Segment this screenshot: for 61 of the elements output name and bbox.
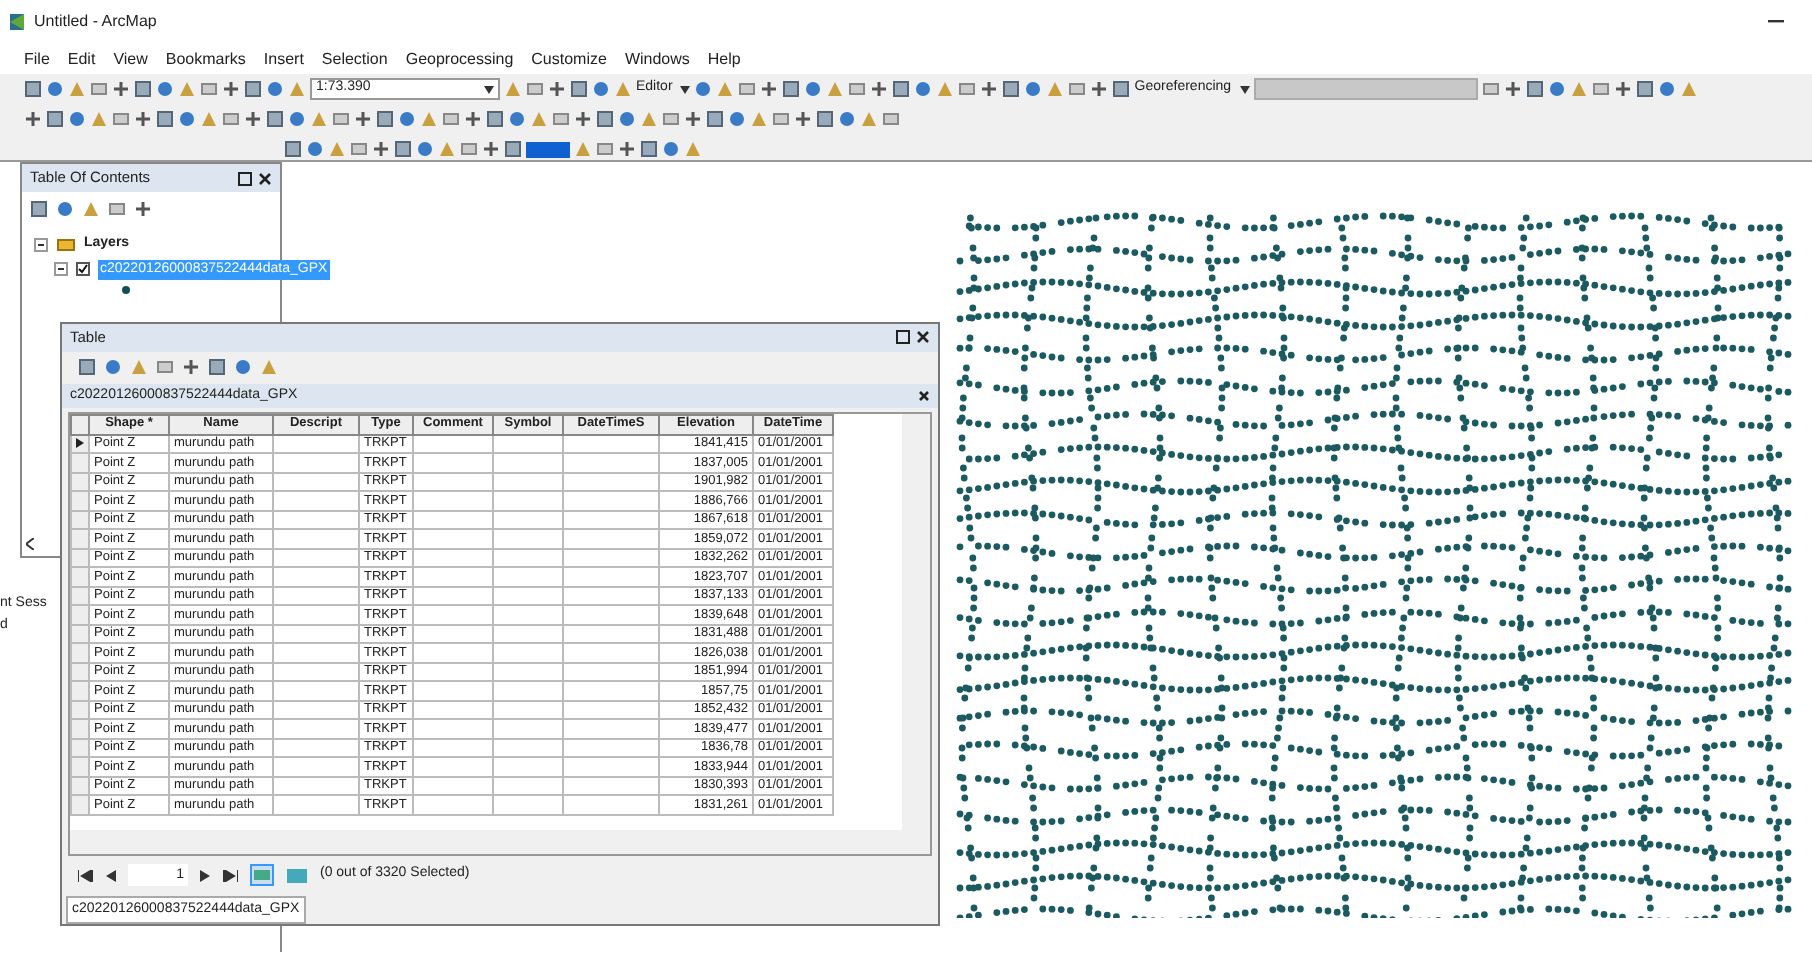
maximize-icon[interactable] — [896, 330, 910, 345]
menu-item[interactable]: Selection — [321, 47, 388, 71]
show-selected-records-icon[interactable] — [286, 867, 308, 884]
collapse-icon[interactable] — [34, 237, 48, 252]
tool-icon[interactable] — [1613, 80, 1632, 98]
tool-icon[interactable] — [794, 110, 812, 128]
caret-icon[interactable] — [680, 85, 691, 93]
tool-icon[interactable] — [548, 80, 566, 98]
checkbox[interactable] — [76, 262, 90, 277]
menu-item[interactable]: View — [113, 47, 148, 71]
menu-item[interactable]: Help — [707, 47, 741, 71]
tool-icon[interactable] — [134, 200, 152, 218]
vertical-scrollbar[interactable] — [902, 413, 930, 834]
first-record-icon[interactable] — [78, 869, 94, 882]
tool-icon[interactable] — [980, 80, 999, 98]
tool-icon[interactable] — [870, 80, 889, 98]
tool-icon[interactable] — [182, 358, 200, 377]
show-all-records-icon[interactable] — [250, 864, 274, 887]
tool-icon[interactable] — [684, 110, 702, 128]
layers-icon — [56, 236, 76, 253]
app-logo-icon — [8, 12, 26, 32]
tool-icon[interactable] — [354, 110, 372, 128]
scroll-left-icon[interactable] — [26, 538, 34, 550]
caret-icon[interactable] — [1239, 85, 1250, 93]
tool-icon[interactable] — [618, 140, 636, 158]
horizontal-scrollbar[interactable] — [70, 829, 930, 854]
tool-icon[interactable] — [482, 140, 500, 158]
collapse-icon[interactable] — [54, 262, 68, 277]
tool-icon[interactable] — [760, 80, 779, 98]
tool-icon[interactable] — [112, 80, 130, 98]
tool-icon[interactable] — [1503, 80, 1522, 98]
tool-icon[interactable] — [464, 110, 482, 128]
color-swatch-icon[interactable] — [526, 141, 570, 157]
tool-icon[interactable] — [574, 110, 592, 128]
next-record-icon[interactable] — [200, 869, 210, 882]
close-icon[interactable] — [258, 171, 272, 185]
menu-item[interactable]: Edit — [67, 47, 96, 71]
current-row-icon — [76, 437, 84, 448]
tool-icon[interactable] — [1112, 80, 1131, 98]
menu-item[interactable]: Windows — [624, 47, 690, 71]
window-title: Untitled - ArcMap — [34, 10, 157, 34]
tool-icon[interactable] — [1090, 80, 1109, 98]
menu-item[interactable]: Geoprocessing — [405, 47, 514, 71]
tool-icon[interactable] — [372, 140, 390, 158]
previous-record-icon[interactable] — [106, 869, 116, 882]
menu-item[interactable]: Insert — [263, 47, 304, 71]
tool-icon[interactable] — [134, 110, 152, 128]
last-record-icon[interactable] — [222, 869, 238, 882]
maximize-icon[interactable] — [238, 171, 252, 185]
tool-icon[interactable] — [222, 80, 240, 98]
menu-item[interactable]: Bookmarks — [165, 47, 246, 71]
minimize-icon[interactable] — [1768, 20, 1784, 24]
tool-icon[interactable] — [24, 110, 42, 128]
close-icon[interactable] — [918, 389, 930, 402]
menu-item[interactable]: Customize — [531, 47, 607, 71]
point-symbol-icon — [122, 286, 130, 294]
caret-icon[interactable] — [484, 85, 494, 93]
close-icon[interactable] — [916, 330, 930, 345]
tool-icon[interactable] — [244, 110, 262, 128]
tool-icon[interactable] — [1481, 80, 1500, 98]
menu-item[interactable]: File — [24, 47, 50, 71]
